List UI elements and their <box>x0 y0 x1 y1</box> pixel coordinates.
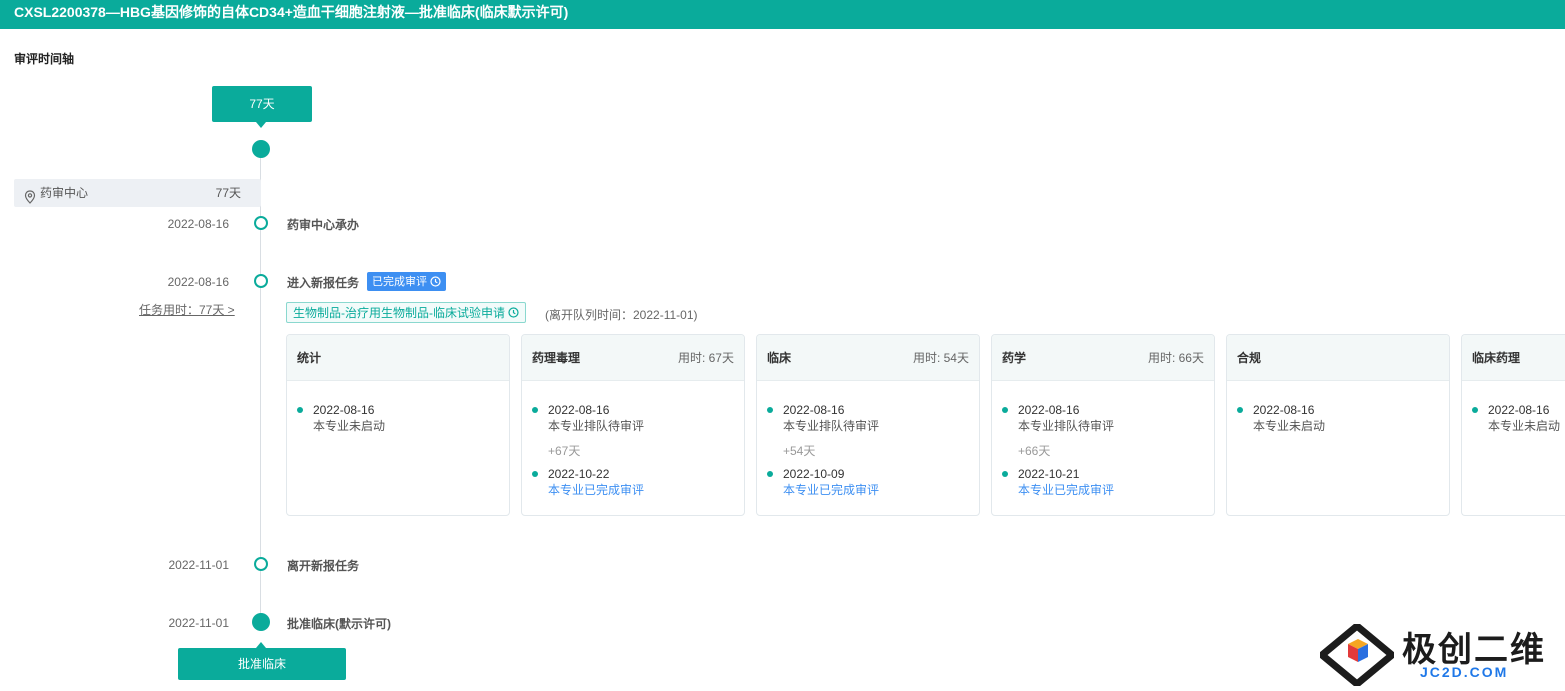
entry-date: 2022-08-16 <box>783 403 845 417</box>
watermark-logo-icon <box>1316 621 1398 689</box>
entry-status: 本专业未启动 <box>1488 419 1561 433</box>
card-used-time: 用时: 66天 <box>1147 351 1204 365</box>
entry-date: 2022-10-09 <box>783 467 845 481</box>
timeline-dot <box>254 216 268 230</box>
entry-date: 2022-08-16 <box>1488 403 1550 417</box>
entry-date: 2022-08-16 <box>1018 403 1080 417</box>
discipline-card-pharmaceutics: 药学 用时: 66天 2022-08-16 本专业排队待审评 +66天 2022-1… <box>991 334 1215 516</box>
leave-queue-time: (离开队列时间：2022-11-01) <box>545 308 698 322</box>
discipline-card-clinical: 临床 用时: 54天 2022-08-16 本专业排队待审评 +54天 2022-1… <box>756 334 980 516</box>
task-type-label: 生物制品-治疗用生物制品-临床试验申请 <box>293 306 505 320</box>
card-title: 临床 <box>767 351 792 365</box>
entry-status: 本专业排队待审评 <box>783 419 880 433</box>
status-badge: 已完成审评 <box>367 272 447 291</box>
section-title: 审评时间轴 <box>14 52 75 66</box>
card-title: 临床药理 <box>1472 351 1521 365</box>
discipline-card-clinical-pharmacology: 临床药理 2022-08-16 本专业未启动 <box>1461 334 1565 516</box>
discipline-card-compliance: 合规 2022-08-16 本专业未启动 <box>1226 334 1450 516</box>
entry-date: 2022-08-16 <box>548 403 610 417</box>
entry-gap-days: +54天 <box>783 444 816 458</box>
entry-date: 2022-08-16 <box>1253 403 1315 417</box>
total-days-badge: 77天 <box>212 86 312 128</box>
event-label: 批准临床(默示许可) <box>287 617 391 631</box>
card-title: 统计 <box>297 351 322 365</box>
page-title-bar: CXSL2200378—HBG基因修饰的自体CD34+造血干细胞注射液—批准临床… <box>0 0 1565 29</box>
event-date: 2022-11-01 <box>168 616 230 630</box>
entry-gap-days: +67天 <box>548 444 581 458</box>
entry-gap-days: +66天 <box>1018 444 1051 458</box>
review-center-name: 药审中心 <box>40 186 89 200</box>
bullet-dot <box>1237 407 1243 413</box>
entry-status: 本专业已完成审评 <box>783 483 880 497</box>
review-center-days: 77天 <box>215 186 241 200</box>
entry-status: 本专业排队待审评 <box>548 419 645 433</box>
event-date: 2022-08-16 <box>167 275 229 289</box>
event-label: 进入新报任务 <box>287 276 360 290</box>
card-used-time: 用时: 67天 <box>677 351 734 365</box>
task-duration-link[interactable]: 任务用时：77天 > <box>139 301 235 318</box>
card-title: 药理毒理 <box>532 351 581 365</box>
bullet-dot <box>1472 407 1478 413</box>
discipline-card-statistics: 统计 2022-08-16 本专业未启动 <box>286 334 510 516</box>
status-badge-label: 已完成审评 <box>372 276 427 288</box>
bullet-dot <box>532 471 538 477</box>
event-date: 2022-08-16 <box>167 217 229 231</box>
bullet-dot <box>532 407 538 413</box>
bullet-dot <box>767 407 773 413</box>
watermark-subtext: JC2D.COM <box>1420 664 1509 680</box>
card-title: 药学 <box>1002 351 1027 365</box>
event-label: 药审中心承办 <box>287 218 360 232</box>
entry-status: 本专业排队待审评 <box>1018 419 1115 433</box>
clock-icon <box>508 304 519 325</box>
page-title: CXSL2200378—HBG基因修饰的自体CD34+造血干细胞注射液—批准临床… <box>14 4 569 20</box>
location-pin-icon <box>24 186 36 204</box>
clock-icon <box>430 276 441 290</box>
card-used-time: 用时: 54天 <box>912 351 969 365</box>
entry-date: 2022-08-16 <box>313 403 375 417</box>
entry-date: 2022-10-21 <box>1018 467 1080 481</box>
entry-status: 本专业已完成审评 <box>548 483 645 497</box>
entry-date: 2022-10-22 <box>548 467 610 481</box>
approved-badge: 批准临床 <box>178 642 346 680</box>
entry-status: 本专业未启动 <box>313 419 386 433</box>
timeline-dot <box>254 274 268 288</box>
task-type-tag: 生物制品-治疗用生物制品-临床试验申请 <box>286 302 527 325</box>
timeline-dot <box>254 557 268 571</box>
entry-status: 本专业未启动 <box>1253 419 1326 433</box>
timeline-end-dot <box>252 613 270 631</box>
bullet-dot <box>1002 407 1008 413</box>
bullet-dot <box>767 471 773 477</box>
bullet-dot <box>297 407 303 413</box>
discipline-card-pharmacology-toxicology: 药理毒理 用时: 67天 2022-08-16 本专业排队待审评 +67天 2022… <box>521 334 745 516</box>
event-date: 2022-11-01 <box>168 558 230 572</box>
entry-status: 本专业已完成审评 <box>1018 483 1115 497</box>
review-center-bar: 药审中心 77天 <box>14 179 261 207</box>
event-label: 离开新报任务 <box>287 559 360 573</box>
timeline-start-dot <box>252 140 270 158</box>
bullet-dot <box>1002 471 1008 477</box>
card-title: 合规 <box>1237 351 1262 365</box>
